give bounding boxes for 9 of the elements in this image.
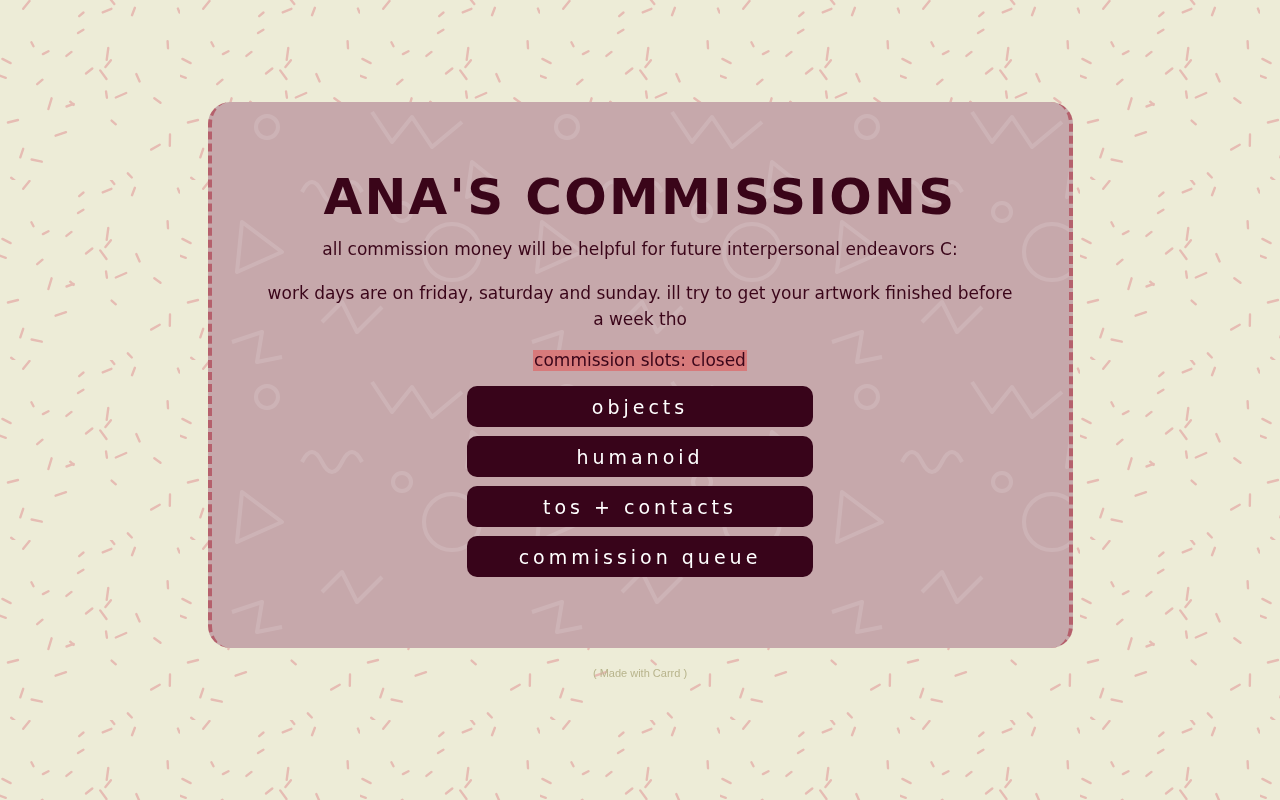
description-text: all commission money will be helpful for future interpersonal endeavors C: xyxy=(322,238,958,261)
link-button[interactable]: tos + contacts xyxy=(467,486,813,527)
link-button[interactable]: humanoid xyxy=(467,436,813,477)
page-title: ANA'S COMMISSIONS xyxy=(323,167,957,228)
status-text: commission slots: closed xyxy=(533,350,747,371)
link-button[interactable]: objects xyxy=(467,386,813,427)
link-button[interactable]: commission queue xyxy=(467,536,813,577)
footer-credit: ( Made with Carrd ) xyxy=(592,667,688,679)
description-text: work days are on friday, saturday and sunday. ill try to get your artwork finished before a week tho xyxy=(266,282,1014,331)
